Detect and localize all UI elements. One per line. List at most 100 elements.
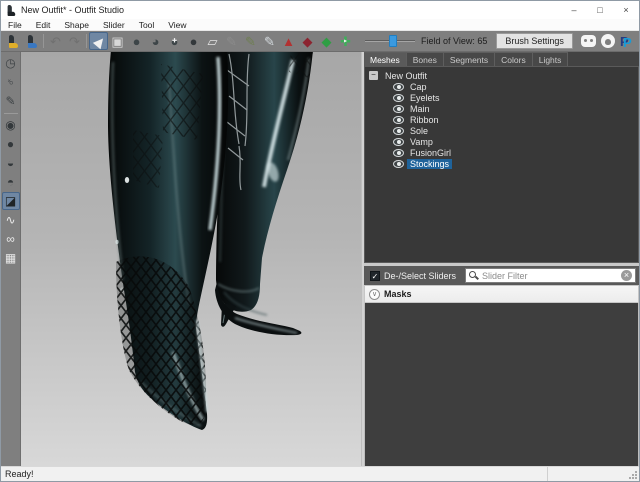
tab-lights[interactable]: Lights bbox=[533, 52, 569, 66]
collapse-vertex-button[interactable]: ▲ bbox=[279, 32, 298, 50]
github-icon[interactable] bbox=[601, 34, 615, 48]
visibility-eye-icon[interactable] bbox=[393, 94, 404, 102]
tree-item-sole[interactable]: Sole bbox=[393, 125, 638, 136]
move-brush-button[interactable]: ●✚ bbox=[165, 32, 184, 50]
boot-load-icon bbox=[8, 35, 18, 48]
menu-item-slider[interactable]: Slider bbox=[96, 19, 132, 31]
tree-item-main[interactable]: Main bbox=[393, 103, 638, 114]
tab-bones[interactable]: Bones bbox=[407, 52, 444, 66]
visibility-eye-icon[interactable] bbox=[393, 83, 404, 91]
tree-item-fusiongirl[interactable]: FusionGirl bbox=[393, 147, 638, 158]
fov-slider-thumb[interactable] bbox=[389, 35, 397, 47]
brush-falloff-c-button[interactable]: ◒ bbox=[2, 154, 20, 172]
vertex-line-icon: ∿ bbox=[5, 214, 15, 226]
deselect-sliders-label: De-/Select Sliders bbox=[384, 271, 456, 281]
brush-falloff-a-button[interactable]: ◉ bbox=[2, 116, 20, 134]
resize-grip[interactable] bbox=[629, 471, 637, 479]
window-controls: – □ × bbox=[561, 1, 639, 19]
visibility-eye-icon[interactable] bbox=[393, 160, 404, 168]
visibility-eye-icon[interactable] bbox=[393, 127, 404, 135]
brush-settings-button[interactable]: Brush Settings bbox=[496, 33, 573, 49]
undo-button[interactable]: ↶ bbox=[46, 32, 65, 50]
load-project-button[interactable] bbox=[3, 32, 22, 50]
fov-control: Field of View: 65 bbox=[359, 34, 487, 48]
visibility-eye-icon[interactable] bbox=[393, 116, 404, 124]
cube-icon: ◪ bbox=[5, 195, 16, 207]
bone-button[interactable]: ∞ bbox=[2, 230, 20, 248]
color-brush-icon: ✎ bbox=[245, 35, 256, 48]
cursor-arrow-icon: ▶ bbox=[90, 33, 106, 49]
select-tool-button[interactable]: ▶ bbox=[89, 32, 108, 50]
statusbar-section bbox=[547, 467, 639, 481]
tab-segments[interactable]: Segments bbox=[444, 52, 495, 66]
mask-brush-button[interactable]: ▣ bbox=[108, 32, 127, 50]
close-button[interactable]: × bbox=[613, 1, 639, 19]
tree-item-label: Eyelets bbox=[407, 93, 443, 103]
fov-slider[interactable] bbox=[365, 34, 415, 48]
deselect-sliders-checkbox[interactable]: ✓ De-/Select Sliders bbox=[367, 271, 459, 281]
move-vertex-button[interactable]: ✚▸ bbox=[336, 32, 355, 50]
xmirror-button[interactable]: ♀ bbox=[2, 73, 20, 91]
red-diamond-icon: ◆ bbox=[303, 35, 313, 48]
visibility-eye-icon[interactable] bbox=[393, 149, 404, 157]
paypal-icon[interactable]: PP bbox=[620, 34, 633, 49]
window-title: New Outfit* - Outfit Studio bbox=[21, 5, 561, 15]
tree-root-label: New Outfit bbox=[382, 71, 430, 81]
tree-item-cap[interactable]: Cap bbox=[393, 81, 638, 92]
menu-item-view[interactable]: View bbox=[161, 19, 193, 31]
chevron-down-icon: ∨ bbox=[369, 289, 380, 300]
visibility-eye-icon[interactable] bbox=[393, 105, 404, 113]
pose-button[interactable]: ◷ bbox=[2, 54, 20, 72]
tree-item-eyelets[interactable]: Eyelets bbox=[393, 92, 638, 103]
tree-item-ribbon[interactable]: Ribbon bbox=[393, 114, 638, 125]
edit-connected-button[interactable]: ◪ bbox=[2, 192, 20, 210]
menubar: FileEditShapeSliderToolView bbox=[1, 19, 639, 31]
tree-item-stockings[interactable]: Stockings bbox=[393, 158, 638, 169]
deflate-brush-button[interactable]: ◕ bbox=[146, 32, 165, 50]
masks-section-header[interactable]: ∨ Masks bbox=[364, 285, 639, 303]
brush-falloff-b-button[interactable]: ● bbox=[2, 135, 20, 153]
weight-brush-button[interactable]: ✎ bbox=[222, 32, 241, 50]
tree-item-vamp[interactable]: Vamp bbox=[393, 136, 638, 147]
vertex-edit-button[interactable]: ∿ bbox=[2, 211, 20, 229]
inflate-brush-button[interactable]: ● bbox=[127, 32, 146, 50]
menu-item-edit[interactable]: Edit bbox=[29, 19, 58, 31]
smooth-brush-button[interactable]: ● bbox=[184, 32, 203, 50]
tree-root-row[interactable]: −New Outfit bbox=[369, 70, 638, 81]
green-move-icon-overlay: ▸ bbox=[344, 37, 347, 44]
visibility-eye-icon[interactable] bbox=[393, 138, 404, 146]
titlebar[interactable]: New Outfit* - Outfit Studio – □ × bbox=[1, 1, 639, 19]
pencil-button[interactable]: ✎ bbox=[2, 92, 20, 110]
minimize-button[interactable]: – bbox=[561, 1, 587, 19]
status-text: Ready! bbox=[1, 469, 547, 479]
tab-meshes[interactable]: Meshes bbox=[364, 52, 407, 66]
alpha-brush-icon: ✎ bbox=[264, 35, 275, 48]
brush-falloff-d-button[interactable]: ◓ bbox=[2, 173, 20, 191]
color-brush-button[interactable]: ✎ bbox=[241, 32, 260, 50]
tree-item-label: Cap bbox=[407, 82, 430, 92]
collapse-icon[interactable]: − bbox=[369, 71, 378, 80]
eraser-icon: ▱ bbox=[208, 35, 218, 48]
maximize-button[interactable]: □ bbox=[587, 1, 613, 19]
tab-colors[interactable]: Colors bbox=[495, 52, 533, 66]
split-edge-button[interactable]: ◆ bbox=[317, 32, 336, 50]
checkbox-check-icon: ✓ bbox=[370, 271, 380, 281]
clear-filter-icon[interactable]: × bbox=[621, 270, 632, 281]
save-project-button[interactable] bbox=[22, 32, 41, 50]
tree-item-label: Vamp bbox=[407, 137, 436, 147]
discord-icon[interactable] bbox=[581, 35, 596, 47]
menu-item-tool[interactable]: Tool bbox=[132, 19, 162, 31]
redo-button[interactable]: ↷ bbox=[65, 32, 84, 50]
redo-arrow-icon: ↷ bbox=[69, 35, 80, 48]
toolbar-separator bbox=[4, 113, 18, 114]
alpha-brush-button[interactable]: ✎ bbox=[260, 32, 279, 50]
meshes-tree[interactable]: −New OutfitCapEyeletsMainRibbonSoleVampF… bbox=[364, 67, 639, 263]
menu-item-shape[interactable]: Shape bbox=[57, 19, 96, 31]
grid-toggle-button[interactable]: ▦ bbox=[2, 249, 20, 267]
flip-edge-button[interactable]: ◆ bbox=[298, 32, 317, 50]
undo-brush-button[interactable]: ▱ bbox=[203, 32, 222, 50]
viewport-3d[interactable] bbox=[21, 52, 361, 466]
weight-brush-icon: ✎ bbox=[226, 35, 237, 48]
slider-filter-input[interactable] bbox=[478, 271, 621, 281]
menu-item-file[interactable]: File bbox=[1, 19, 29, 31]
